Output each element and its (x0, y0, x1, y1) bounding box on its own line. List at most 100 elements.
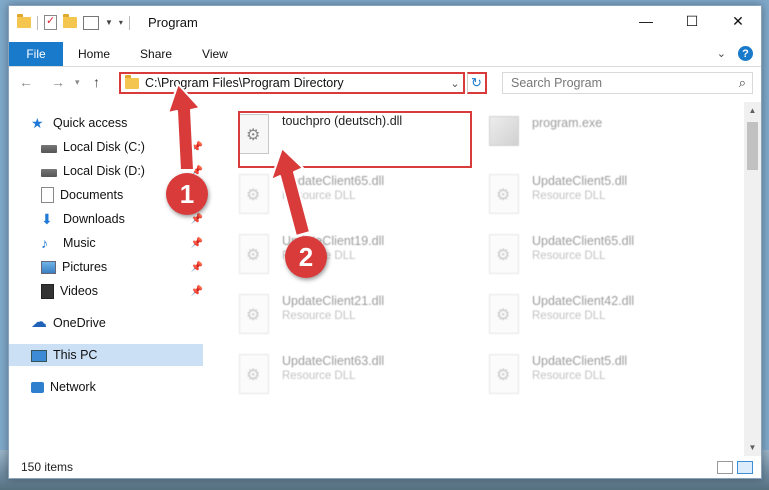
vertical-scrollbar[interactable]: ▲ ▼ (744, 102, 761, 456)
search-input[interactable]: Search Program (511, 76, 602, 90)
scroll-thumb[interactable] (747, 122, 758, 170)
list-item[interactable]: UpdateClient42.dll Resource DLL (484, 288, 714, 346)
address-path[interactable]: C:\Program Files\Program Directory (145, 76, 447, 90)
file-type: Resource DLL (282, 310, 356, 322)
pc-icon (31, 350, 47, 362)
folder-icon (17, 14, 31, 28)
toolbar-separator (37, 15, 38, 30)
view-toggle (717, 461, 753, 474)
customize-icon[interactable] (83, 15, 99, 30)
tab-share[interactable]: Share (125, 47, 187, 61)
sidebar-item-label: Pictures (62, 260, 108, 274)
downloads-icon: ⬇ (41, 211, 53, 227)
search-icon: ⌕ (738, 75, 746, 90)
file-explorer-window: ▼ ▾ Program — ☐ ✕ File Home Share View ⌄… (8, 5, 762, 479)
properties-check-icon[interactable] (44, 14, 57, 30)
ribbon-right-controls: ⌄ ? (717, 46, 753, 61)
file-name: UpdateClient63.dll (282, 354, 385, 368)
list-item[interactable]: UpdateClient21.dll Resource DLL (234, 288, 464, 346)
documents-icon (41, 187, 54, 203)
window-title: Program (148, 15, 198, 30)
quick-access-toolbar: ▼ ▾ (17, 14, 130, 30)
tab-home[interactable]: Home (63, 47, 125, 61)
address-history-chevron-icon[interactable]: ⌄ (447, 77, 463, 90)
sidebar-item-label: This PC (53, 348, 98, 362)
new-folder-icon[interactable] (63, 14, 77, 28)
refresh-icon: ↻ (471, 75, 482, 90)
minimize-button[interactable]: — (623, 6, 669, 36)
dll-file-icon (239, 294, 269, 334)
list-item[interactable]: UpdateClient65.dll Resource DLL (484, 228, 714, 286)
list-item[interactable]: UpdateClient5.dll Resource DLL (484, 348, 714, 406)
sidebar-item-label: Local Disk (D:) (63, 164, 145, 178)
music-icon: ♪ (41, 235, 48, 251)
file-name: UpdateClient21.dll (282, 294, 385, 308)
callout-step-2: 2 (285, 236, 327, 278)
file-name: UpdateClient65.dll (532, 234, 635, 248)
pin-icon: 📌 (190, 141, 203, 153)
sidebar-item-onedrive[interactable]: ☁ OneDrive (31, 312, 203, 334)
folder-icon (125, 74, 139, 89)
star-icon: ★ (31, 115, 44, 131)
toolbar-dropdown-icon[interactable]: ▼ (105, 18, 113, 27)
title-bar: ▼ ▾ Program — ☐ ✕ (9, 6, 761, 38)
sidebar-item-local-disk-c[interactable]: Local Disk (C:) 📌 (41, 136, 203, 158)
sidebar-item-label: Music (63, 236, 96, 250)
dll-file-icon (489, 234, 519, 274)
dll-file-icon (239, 174, 269, 214)
scroll-down-icon[interactable]: ▼ (744, 439, 761, 456)
sidebar-item-label: Network (50, 380, 96, 394)
navigation-bar: ← → ▾ ↑ C:\Program Files\Program Directo… (9, 68, 761, 96)
recent-locations-chevron-icon[interactable]: ▾ (75, 77, 80, 88)
maximize-button[interactable]: ☐ (669, 6, 715, 36)
help-button[interactable]: ? (738, 46, 753, 61)
file-name: program.exe (532, 116, 603, 130)
search-box[interactable]: Search Program ⌕ (502, 72, 753, 94)
address-bar[interactable]: C:\Program Files\Program Directory ⌄ (119, 72, 465, 94)
chevron-down-icon[interactable]: ⌄ (717, 47, 726, 60)
list-item[interactable]: UpdateClient19.dll Resource DLL (234, 228, 464, 286)
dll-file-icon (239, 234, 269, 274)
tiles-view-icon[interactable] (737, 461, 753, 474)
onedrive-icon: ☁ (31, 314, 47, 331)
tab-view[interactable]: View (187, 47, 243, 61)
sidebar-item-label: Videos (60, 284, 98, 298)
tab-file[interactable]: File (9, 42, 63, 66)
file-type: Resource DLL (282, 370, 356, 382)
dll-file-icon (489, 354, 519, 394)
pin-icon: 📌 (190, 261, 203, 273)
file-type: Resource DLL (532, 250, 606, 262)
sidebar-item-label: Documents (60, 188, 124, 202)
pin-icon: 📌 (190, 213, 203, 225)
pin-icon: 📌 (190, 285, 203, 297)
exe-file-icon (489, 116, 519, 146)
sidebar-item-pictures[interactable]: Pictures 📌 (41, 256, 203, 278)
back-arrow-icon[interactable]: ← (19, 74, 33, 90)
file-name: UpdateClient65.dll (282, 174, 385, 188)
highlight-box (238, 111, 472, 168)
qat-overflow-icon[interactable]: ▾ (119, 18, 123, 27)
details-view-icon[interactable] (717, 461, 733, 474)
sidebar-item-this-pc[interactable]: This PC (9, 344, 203, 366)
sidebar-item-videos[interactable]: Videos 📌 (41, 280, 203, 302)
sidebar-item-quick-access[interactable]: ★ Quick access (31, 112, 203, 134)
forward-arrow-icon[interactable]: → (51, 74, 65, 90)
file-item-exe[interactable]: program.exe (484, 108, 714, 166)
disk-icon (41, 168, 57, 177)
file-type: Resource DLL (532, 370, 606, 382)
sidebar-item-label: Downloads (63, 212, 125, 226)
navigation-pane: ★ Quick access Local Disk (C:) 📌 Local D… (9, 102, 205, 456)
list-item[interactable]: UpdateClient65.dll Resource DLL (234, 168, 464, 226)
file-type: Resource DLL (532, 310, 606, 322)
sidebar-item-music[interactable]: ♪ Music 📌 (41, 232, 203, 254)
scroll-up-icon[interactable]: ▲ (744, 102, 761, 119)
ribbon-divider (9, 66, 761, 67)
status-bar: 150 items (9, 456, 761, 478)
up-arrow-icon[interactable]: ↑ (93, 74, 100, 90)
dll-file-icon (239, 354, 269, 394)
close-button[interactable]: ✕ (715, 6, 761, 36)
list-item[interactable]: UpdateClient63.dll Resource DLL (234, 348, 464, 406)
refresh-button[interactable]: ↻ (467, 72, 487, 94)
list-item[interactable]: UpdateClient5.dll Resource DLL (484, 168, 714, 226)
sidebar-item-network[interactable]: Network (31, 376, 203, 398)
